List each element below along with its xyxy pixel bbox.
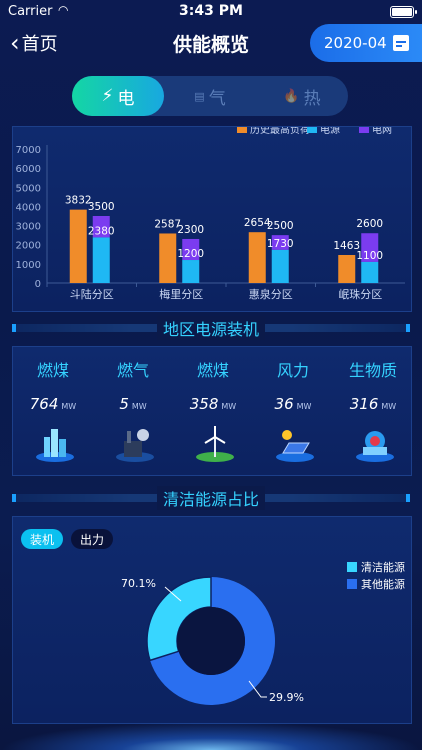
power-item-value: 764 MW bbox=[29, 395, 77, 413]
bottom-glow bbox=[0, 722, 422, 750]
y-tick-label: 3000 bbox=[16, 222, 41, 233]
bar-source bbox=[182, 260, 200, 283]
x-tick-label: 斗陆分区 bbox=[70, 287, 114, 301]
data-label: 2600 bbox=[356, 218, 383, 230]
tab-gas[interactable]: ▤ 气 bbox=[164, 76, 256, 116]
toggle-installed-button[interactable]: 装机 bbox=[21, 529, 63, 549]
legend-label: 历史最高负荷 bbox=[250, 127, 310, 136]
y-tick-label: 2000 bbox=[16, 241, 41, 252]
donut-legend: 清洁能源 其他能源 bbox=[347, 559, 405, 593]
x-tick-label: 惠泉分区 bbox=[249, 287, 293, 301]
clean-energy-card: 装机 出力 清洁能源 其他能源 70.1% 29.9% bbox=[12, 516, 412, 724]
power-item-name: 风力 bbox=[276, 361, 309, 380]
battery-icon bbox=[390, 6, 417, 18]
y-tick-label: 6000 bbox=[16, 164, 41, 175]
pct-label-clean: 29.9% bbox=[269, 691, 304, 704]
power-item-value: 36 MW bbox=[274, 395, 312, 413]
y-tick-label: 0 bbox=[35, 279, 41, 290]
bar-history-load bbox=[248, 232, 266, 283]
power-item-name: 燃煤 bbox=[36, 361, 69, 380]
status-bar: Carrier ◠ 3:43 PM bbox=[0, 0, 422, 24]
load-chart-card: 历史最高负荷 电源 电网 0 1000 2000 3000 4000 5000 6000 7000 斗… bbox=[12, 123, 412, 312]
biomass-icon bbox=[356, 431, 394, 462]
tab-heat-label: 热 bbox=[303, 88, 321, 109]
tab-electric-label: 电 bbox=[117, 88, 135, 109]
data-label: 3500 bbox=[88, 201, 115, 213]
section-title-power: 地区电源装机 bbox=[156, 316, 265, 340]
load-bar-chart: 历史最高负荷 电源 电网 0 1000 2000 3000 4000 5000 6000 7000 斗… bbox=[16, 123, 405, 301]
bar-source bbox=[92, 237, 110, 283]
data-label: 1200 bbox=[177, 248, 204, 260]
bar-history-load bbox=[159, 233, 177, 283]
tab-heat[interactable]: 🔥 热 bbox=[256, 76, 348, 116]
y-tick-label: 7000 bbox=[16, 145, 41, 156]
data-label: 1730 bbox=[267, 238, 294, 250]
legend-swatch bbox=[237, 127, 247, 133]
tab-gas-label: 气 bbox=[208, 88, 226, 109]
power-capacity-card: 燃煤 764 MW 燃气 5 MW 燃煤 358 MW 风力 36 MW 生物质 316… bbox=[12, 346, 412, 476]
legend-label: 电源 bbox=[320, 127, 340, 136]
date-label: 2020-04 bbox=[324, 34, 387, 52]
bar-history-load bbox=[338, 254, 356, 283]
gas-plant-icon bbox=[116, 429, 154, 462]
city-icon bbox=[36, 429, 74, 462]
power-item-value: 316 MW bbox=[349, 395, 397, 413]
legend-item-other: 其他能源 bbox=[347, 576, 405, 592]
wind-turbine-icon bbox=[196, 426, 234, 462]
solar-panel-icon bbox=[276, 430, 314, 462]
legend-label: 电网 bbox=[372, 127, 392, 136]
pct-label-other: 70.1% bbox=[121, 577, 156, 590]
x-tick-label: 岷珠分区 bbox=[338, 287, 382, 301]
legend-swatch bbox=[307, 127, 317, 133]
data-label: 2380 bbox=[88, 225, 115, 237]
y-tick-label: 4000 bbox=[16, 202, 41, 213]
tab-electric[interactable]: ⚡ 电 bbox=[72, 76, 164, 116]
energy-tabs: ⚡ 电 ▤ 气 🔥 热 bbox=[72, 76, 348, 116]
bar-history-load bbox=[69, 209, 87, 283]
donut-hole bbox=[177, 607, 245, 675]
power-item-value: 5 MW bbox=[119, 395, 147, 413]
section-header-clean: 清洁能源占比 bbox=[12, 486, 410, 510]
toggle-output-button[interactable]: 出力 bbox=[71, 529, 113, 549]
power-item-name: 生物质 bbox=[348, 361, 397, 380]
power-item-name: 燃煤 bbox=[196, 361, 229, 380]
y-tick-label: 5000 bbox=[16, 183, 41, 194]
section-title-clean: 清洁能源占比 bbox=[156, 486, 265, 510]
bar-source bbox=[271, 249, 289, 283]
lightning-icon: ⚡ bbox=[101, 86, 114, 106]
clock: 3:43 PM bbox=[179, 3, 243, 19]
section-header-power: 地区电源装机 bbox=[12, 316, 410, 340]
data-label: 1100 bbox=[356, 250, 383, 262]
x-tick-label: 梅里分区 bbox=[159, 287, 203, 301]
legend-swatch bbox=[347, 562, 357, 572]
flame-icon: 🔥 bbox=[283, 88, 300, 104]
calendar-icon bbox=[392, 35, 409, 51]
data-label: 2500 bbox=[267, 220, 294, 232]
legend-item-clean: 清洁能源 bbox=[347, 559, 405, 575]
date-picker-button[interactable]: 2020-04 bbox=[310, 24, 422, 62]
power-item-name: 燃气 bbox=[116, 361, 149, 380]
power-item-value: 358 MW bbox=[189, 395, 237, 413]
data-label: 2300 bbox=[177, 224, 204, 236]
legend-swatch bbox=[359, 127, 369, 133]
gas-icon: ▤ bbox=[194, 89, 205, 103]
bar-source bbox=[361, 261, 379, 283]
legend-swatch bbox=[347, 579, 357, 589]
nav-bar: ‹ 首页 供能概览 2020-04 bbox=[0, 24, 422, 64]
y-tick-label: 1000 bbox=[16, 260, 41, 271]
clean-energy-donut-chart: 70.1% 29.9% bbox=[121, 576, 304, 705]
